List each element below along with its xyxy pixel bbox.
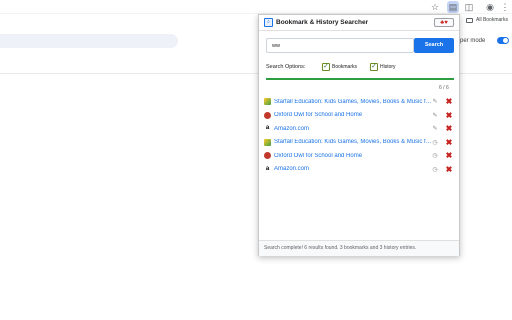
starfall-favicon-icon bbox=[264, 98, 271, 106]
oxford-owl-favicon-icon bbox=[264, 152, 271, 160]
delete-icon[interactable]: ✖ bbox=[445, 97, 453, 106]
star-icon[interactable]: ☆ bbox=[429, 1, 441, 13]
result-link[interactable]: Starfall Education: Kids Games, Movies, … bbox=[274, 99, 432, 105]
result-row: Starfall Education: Kids Games, Movies, … bbox=[264, 95, 456, 109]
searcher-logo-icon: ⌕ bbox=[264, 18, 273, 27]
history-clock-icon: ◷ bbox=[432, 153, 438, 160]
all-bookmarks-label: All Bookmarks bbox=[476, 17, 508, 23]
extension-popup: ⌕ Bookmark & History Searcher ♣♥ Search … bbox=[258, 14, 460, 256]
delete-icon[interactable]: ✖ bbox=[445, 151, 453, 160]
progress-bar bbox=[266, 78, 454, 80]
progress-bar-fill bbox=[266, 78, 454, 80]
delete-icon[interactable]: ✖ bbox=[445, 111, 453, 120]
result-link[interactable]: Amazon.com bbox=[274, 166, 432, 172]
search-options: Search Options: ✓ Bookmarks ✓ History bbox=[266, 63, 456, 73]
bookmark-searcher-extension-icon[interactable]: ▤ bbox=[447, 1, 459, 13]
edit-pencil-icon[interactable]: ✎ bbox=[431, 98, 439, 105]
profile-icon[interactable]: ◉ bbox=[484, 1, 496, 13]
oxford-owl-favicon-icon bbox=[264, 111, 271, 119]
history-clock-icon: ◷ bbox=[432, 139, 438, 146]
history-checkbox-label[interactable]: History bbox=[380, 64, 396, 70]
theme-badge-button[interactable]: ♣♥ bbox=[434, 18, 454, 27]
result-row: a Amazon.com ✎ ✖ bbox=[264, 122, 456, 136]
search-options-label: Search Options: bbox=[266, 64, 306, 70]
result-link[interactable]: Starfall Education: Kids Games, Movies, … bbox=[274, 139, 432, 145]
search-button[interactable]: Search bbox=[414, 38, 454, 53]
browser-toolbar: ☆ ▤ ◫ ◉ ⋮ bbox=[0, 0, 512, 14]
popup-header: ⌕ Bookmark & History Searcher ♣♥ bbox=[259, 15, 459, 31]
result-row: Oxford Owl for School and Home ✎ ✖ bbox=[264, 109, 456, 123]
result-link[interactable]: Oxford Owl for School and Home bbox=[274, 153, 432, 159]
popup-title: Bookmark & History Searcher bbox=[276, 19, 369, 26]
amazon-favicon-icon: a bbox=[264, 165, 271, 173]
developer-mode-toggle[interactable] bbox=[497, 37, 509, 44]
results-list: Starfall Education: Kids Games, Movies, … bbox=[264, 95, 456, 176]
bookmarks-checkbox-label[interactable]: Bookmarks bbox=[332, 64, 357, 70]
edit-pencil-icon[interactable]: ✎ bbox=[431, 125, 439, 132]
result-row: Oxford Owl for School and Home ◷ ✖ bbox=[264, 149, 456, 163]
history-clock-icon: ◷ bbox=[432, 166, 438, 173]
result-row: Starfall Education: Kids Games, Movies, … bbox=[264, 136, 456, 150]
status-bar: Search complete! 6 results found. 3 book… bbox=[259, 240, 459, 256]
delete-icon[interactable]: ✖ bbox=[445, 124, 453, 133]
extensions-puzzle-icon[interactable]: ◫ bbox=[463, 1, 475, 13]
edit-pencil-icon[interactable]: ✎ bbox=[431, 112, 439, 119]
history-checkbox[interactable]: ✓ bbox=[370, 63, 378, 71]
kebab-menu-icon[interactable]: ⋮ bbox=[499, 1, 511, 13]
all-bookmarks-button[interactable]: All Bookmarks bbox=[466, 17, 508, 23]
starfall-favicon-icon bbox=[264, 138, 271, 146]
bookmarks-checkbox[interactable]: ✓ bbox=[322, 63, 330, 71]
result-row: a Amazon.com ◷ ✖ bbox=[264, 163, 456, 177]
search-input[interactable] bbox=[266, 38, 414, 53]
result-link[interactable]: Amazon.com bbox=[274, 126, 432, 132]
amazon-favicon-icon: a bbox=[264, 125, 271, 133]
delete-icon[interactable]: ✖ bbox=[445, 138, 453, 147]
delete-icon[interactable]: ✖ bbox=[445, 165, 453, 174]
folder-icon bbox=[466, 17, 473, 23]
address-bar[interactable] bbox=[0, 34, 178, 48]
result-link[interactable]: Oxford Owl for School and Home bbox=[274, 112, 432, 118]
result-count: 6 / 6 bbox=[439, 85, 449, 91]
